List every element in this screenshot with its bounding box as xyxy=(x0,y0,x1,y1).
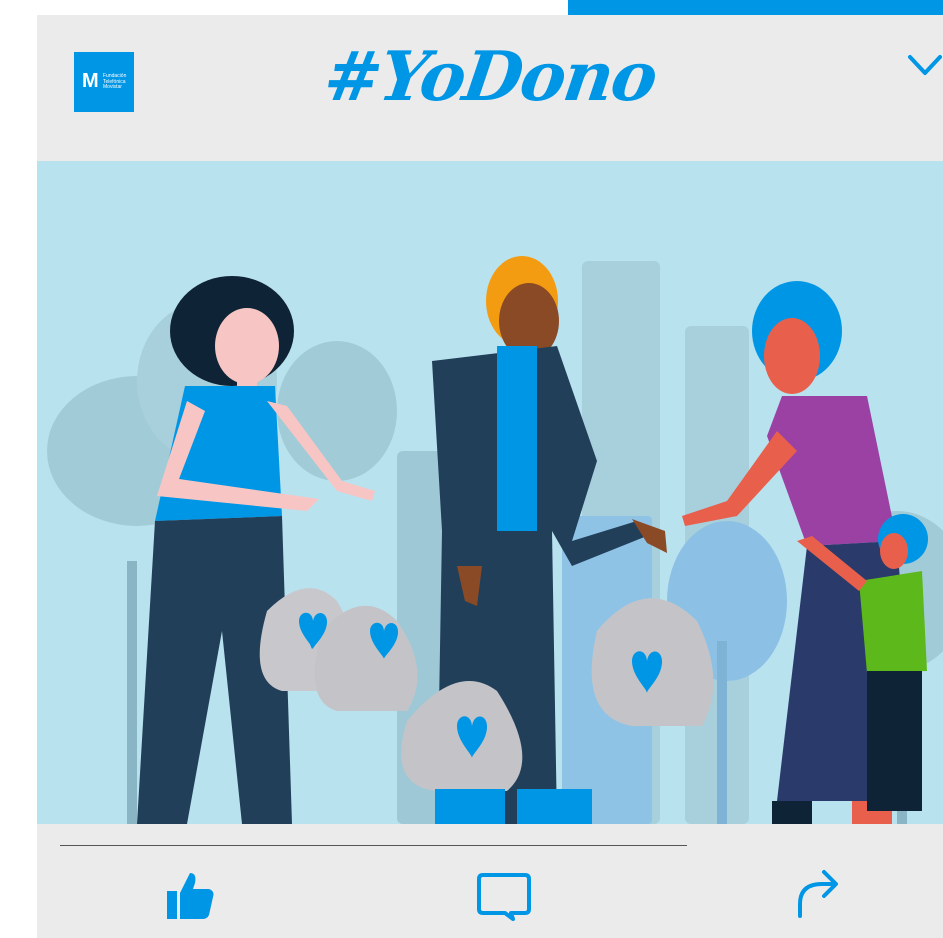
thumbs-up-icon[interactable] xyxy=(165,871,215,921)
divider-line xyxy=(60,845,687,846)
post-actions xyxy=(37,824,943,938)
post-card: M Fundación Telefónica Movistar #YoDono xyxy=(37,15,943,938)
post-title: #YoDono xyxy=(319,37,661,117)
chevron-down-icon[interactable] xyxy=(905,51,943,81)
donation-illustration xyxy=(37,161,943,824)
share-icon[interactable] xyxy=(792,864,842,919)
top-accent-bar xyxy=(568,0,943,15)
comment-icon[interactable] xyxy=(477,871,533,921)
post-header: M Fundación Telefónica Movistar #YoDono xyxy=(37,15,943,161)
